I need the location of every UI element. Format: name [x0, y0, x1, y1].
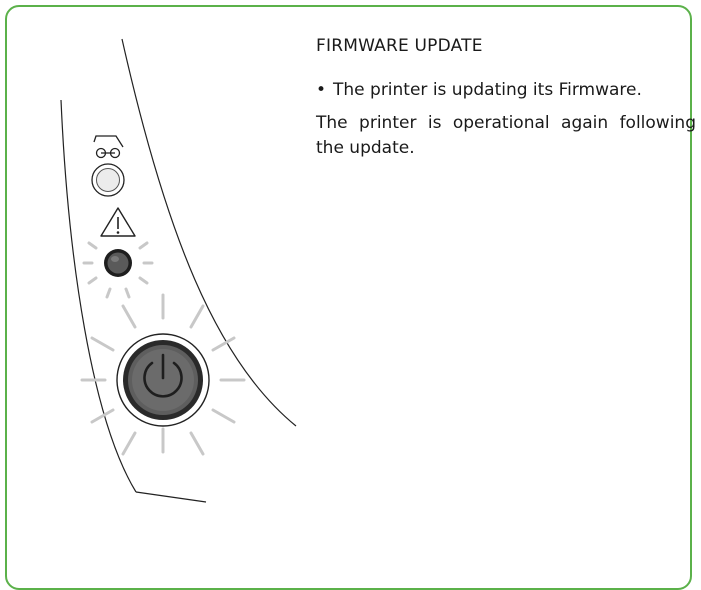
bullet-text: The printer is updating its Firmware.: [333, 80, 642, 100]
warning-led[interactable]: [104, 249, 132, 277]
description-panel: FIRMWARE UPDATE • The printer is updatin…: [316, 36, 696, 161]
power-button[interactable]: [116, 333, 210, 427]
panel-left-edge: [60, 99, 137, 493]
printer-control-panel-illustration: [60, 38, 297, 503]
bullet-marker: •: [316, 80, 327, 100]
panel-bottom-edge: [135, 491, 207, 503]
bullet-item: • The printer is updating its Firmware.: [316, 78, 696, 103]
ribbon-button-led[interactable]: [91, 163, 125, 197]
warning-icon: [100, 207, 136, 237]
section-heading: FIRMWARE UPDATE: [316, 36, 483, 56]
ribbon-icon: [93, 135, 124, 159]
status-paragraph: The printer is operational again followi…: [316, 113, 696, 158]
